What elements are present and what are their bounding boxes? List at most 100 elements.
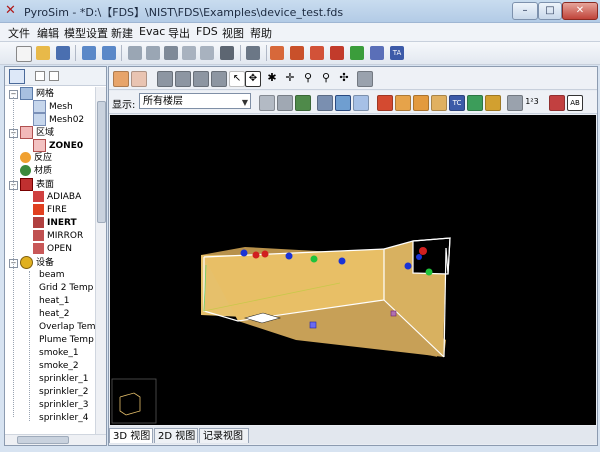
tree-item[interactable]: OPEN xyxy=(33,243,72,256)
tab-3d-view[interactable]: 3D 视图 xyxy=(109,428,153,443)
tree-item[interactable]: sprinkler_3 xyxy=(39,399,88,412)
view-front-icon[interactable] xyxy=(157,71,173,87)
device-marker[interactable] xyxy=(425,268,433,276)
floor-up-icon[interactable] xyxy=(259,95,275,111)
tree-group-reactions[interactable]: 反应 xyxy=(20,152,52,165)
tree-group-mesh[interactable]: 网格 xyxy=(20,87,54,100)
maximize-button[interactable]: □ xyxy=(538,2,562,20)
report-icon[interactable]: TA xyxy=(390,46,404,60)
cut-icon[interactable] xyxy=(164,46,178,60)
show-labels-icon[interactable] xyxy=(549,95,565,111)
menu-new[interactable]: 新建 xyxy=(111,25,133,41)
tree-group-zones[interactable]: 区域 xyxy=(20,126,54,139)
device-marker[interactable] xyxy=(240,249,248,257)
floor-down-icon[interactable] xyxy=(277,95,293,111)
zoom-icon[interactable]: ⚲ xyxy=(301,71,315,85)
menu-view[interactable]: 视图 xyxy=(222,25,244,41)
menu-evac[interactable]: Evac xyxy=(139,25,165,38)
tree-item[interactable]: Grid 2 Temp xyxy=(39,282,93,295)
tree-item[interactable]: Overlap Tem xyxy=(39,321,96,334)
solid-render-icon[interactable] xyxy=(335,95,351,111)
show-devices-icon[interactable] xyxy=(317,95,333,111)
tree-item[interactable]: Plume Temp xyxy=(39,334,94,347)
mini-view-cube[interactable] xyxy=(111,378,157,424)
menu-export[interactable]: 导出 xyxy=(168,25,190,41)
tree-item[interactable]: Mesh02 xyxy=(33,113,84,126)
export-icon[interactable] xyxy=(102,46,116,60)
view-right-icon[interactable] xyxy=(211,71,227,87)
tree-item[interactable]: FIRE xyxy=(33,204,67,217)
device-marker[interactable] xyxy=(309,321,317,329)
show-obstructions-icon[interactable] xyxy=(395,95,411,111)
tree-item[interactable]: beam xyxy=(39,269,65,282)
tab-2d-view[interactable]: 2D 视图 xyxy=(154,428,198,443)
zoom-extents-icon[interactable]: ✣ xyxy=(337,71,351,85)
orbit-icon[interactable]: ✥ xyxy=(245,71,261,87)
device-marker[interactable] xyxy=(310,255,318,263)
undo-icon[interactable] xyxy=(128,46,142,60)
menu-help[interactable]: 帮助 xyxy=(250,25,272,41)
minimize-button[interactable]: – xyxy=(512,2,538,20)
paste-icon[interactable] xyxy=(200,46,214,60)
tree-group-materials[interactable]: 材质 xyxy=(20,165,52,178)
reset-view-icon[interactable] xyxy=(357,71,373,87)
device-marker[interactable] xyxy=(338,257,346,265)
tree-hscroll-thumb[interactable] xyxy=(17,436,69,444)
axis-numbers-icon[interactable]: 1²3 xyxy=(525,95,539,109)
view-box-icon[interactable] xyxy=(113,71,129,87)
run-parallel-icon[interactable] xyxy=(290,46,304,60)
floor-select[interactable]: 所有楼层 ▼ xyxy=(139,93,251,109)
device-marker[interactable] xyxy=(261,250,269,258)
material-color-icon[interactable] xyxy=(377,95,393,111)
menu-file[interactable]: 文件 xyxy=(8,25,30,41)
floor-image-icon[interactable] xyxy=(295,95,311,111)
tree-vertical-scrollbar[interactable] xyxy=(95,87,106,443)
filter-icon[interactable] xyxy=(9,69,25,84)
save-icon[interactable] xyxy=(56,46,70,60)
tree-horizontal-scrollbar[interactable] xyxy=(5,434,106,445)
view-left-icon[interactable] xyxy=(193,71,209,87)
device-marker[interactable] xyxy=(404,262,412,270)
show-particles-icon[interactable] xyxy=(467,95,483,111)
redo-icon[interactable] xyxy=(146,46,160,60)
import-icon[interactable] xyxy=(82,46,96,60)
tree-item[interactable]: smoke_2 xyxy=(39,360,79,373)
view-outline-icon[interactable] xyxy=(131,71,147,87)
open-folder-icon[interactable] xyxy=(36,46,50,60)
tree-item[interactable]: INERT xyxy=(33,217,77,230)
device-marker[interactable] xyxy=(416,254,422,260)
show-holes-icon[interactable] xyxy=(413,95,429,111)
delete-icon[interactable] xyxy=(220,46,234,60)
tree-item[interactable]: ADIABA xyxy=(33,191,81,204)
results-icon[interactable] xyxy=(330,46,344,60)
time-history-icon[interactable] xyxy=(370,46,384,60)
tree-group-surfaces[interactable]: 表面 xyxy=(20,178,54,191)
tree-scroll-thumb[interactable] xyxy=(97,101,106,223)
expand-all-icon[interactable] xyxy=(49,71,59,81)
tab-record-view[interactable]: 记录视图 xyxy=(199,428,249,443)
tree-item[interactable]: ZONE0 xyxy=(33,139,83,152)
show-text-icon[interactable]: TC xyxy=(449,95,465,111)
tree-item[interactable]: smoke_1 xyxy=(39,347,79,360)
close-button[interactable]: ✕ xyxy=(562,2,598,20)
tree-item[interactable]: sprinkler_1 xyxy=(39,373,88,386)
new-file-icon[interactable] xyxy=(16,46,32,62)
evac-run-icon[interactable] xyxy=(350,46,364,60)
smokeview-icon[interactable] xyxy=(310,46,324,60)
copy-icon[interactable] xyxy=(182,46,196,60)
menu-model[interactable]: 模型设置 xyxy=(64,25,108,41)
wire-render-icon[interactable] xyxy=(353,95,369,111)
tree-item[interactable]: heat_2 xyxy=(39,308,70,321)
tree-item[interactable]: sprinkler_2 xyxy=(39,386,88,399)
menu-edit[interactable]: 编辑 xyxy=(37,25,59,41)
abc-labels-icon[interactable]: AB xyxy=(567,95,583,111)
device-marker[interactable] xyxy=(390,310,397,317)
show-devices-toggle-icon[interactable] xyxy=(485,95,501,111)
show-grid-icon[interactable] xyxy=(507,95,523,111)
tree-item[interactable]: heat_1 xyxy=(39,295,70,308)
run-fds-icon[interactable] xyxy=(270,46,284,60)
tree-item[interactable]: MIRROR xyxy=(33,230,83,243)
device-marker[interactable] xyxy=(419,247,427,255)
tree-item[interactable]: Mesh xyxy=(33,100,73,113)
view-back-icon[interactable] xyxy=(175,71,191,87)
